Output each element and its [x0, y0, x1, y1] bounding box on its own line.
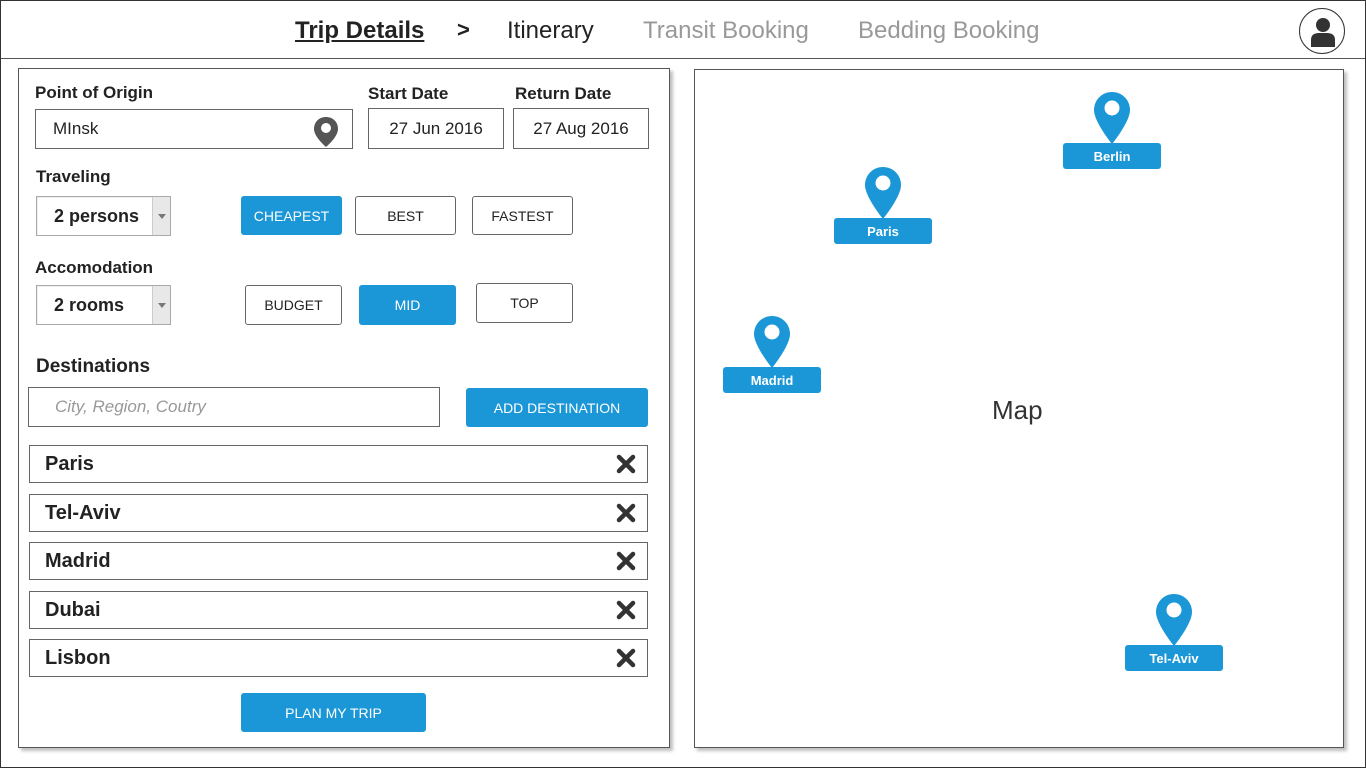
- destination-item-madrid: Madrid: [29, 542, 648, 580]
- return-date-field[interactable]: 27 Aug 2016: [513, 108, 649, 149]
- origin-value: MInsk: [53, 119, 99, 138]
- marker-label: Madrid: [723, 367, 821, 393]
- map-marker-berlin[interactable]: Berlin: [1063, 92, 1161, 170]
- map-marker-madrid[interactable]: Madrid: [723, 316, 821, 394]
- plan-my-trip-button[interactable]: PLAN MY TRIP: [241, 693, 426, 732]
- map-marker-paris[interactable]: Paris: [834, 167, 932, 245]
- map-title: Map: [992, 395, 1043, 425]
- return-date-label: Return Date: [515, 84, 612, 103]
- chevron-down-icon[interactable]: [152, 286, 170, 324]
- origin-label: Point of Origin: [35, 83, 154, 102]
- map-pin-icon: [1156, 594, 1192, 646]
- close-x-icon[interactable]: [616, 503, 636, 523]
- destination-item-dubai: Dubai: [29, 591, 648, 629]
- step-itinerary[interactable]: Itinerary: [507, 17, 594, 45]
- rooms-value: 2 rooms: [54, 294, 125, 315]
- mid-button[interactable]: MID: [359, 285, 456, 325]
- traveling-label: Traveling: [36, 167, 111, 186]
- travelers-value: 2 persons: [54, 205, 140, 226]
- travelers-select[interactable]: 2 persons: [36, 196, 171, 236]
- destination-item-lisbon: Lisbon: [29, 639, 648, 677]
- top-button[interactable]: TOP: [476, 283, 573, 323]
- header-stepper: Trip Details > Itinerary Transit Booking…: [1, 1, 1365, 59]
- destination-item-paris: Paris: [29, 445, 648, 483]
- map-pin-icon: [1094, 92, 1130, 144]
- start-date-field[interactable]: 27 Jun 2016: [368, 108, 504, 149]
- destination-placeholder: City, Region, Coutry: [55, 397, 206, 416]
- destination-name: Dubai: [45, 598, 101, 621]
- fastest-button[interactable]: FASTEST: [472, 196, 573, 235]
- step-bedding-booking[interactable]: Bedding Booking: [858, 17, 1039, 45]
- step-transit-booking[interactable]: Transit Booking: [643, 17, 809, 45]
- close-x-icon[interactable]: [616, 600, 636, 620]
- start-date-label: Start Date: [368, 84, 449, 103]
- best-button[interactable]: BEST: [355, 196, 456, 235]
- budget-button[interactable]: BUDGET: [245, 285, 342, 325]
- add-destination-button[interactable]: ADD DESTINATION: [466, 388, 648, 427]
- map-panel[interactable]: Map Berlin Paris Madrid Tel-Aviv: [694, 69, 1344, 748]
- destinations-label: Destinations: [36, 356, 151, 377]
- marker-label: Tel-Aviv: [1125, 645, 1223, 671]
- rooms-select[interactable]: 2 rooms: [36, 285, 171, 325]
- avatar-button[interactable]: [1299, 8, 1345, 54]
- marker-label: Paris: [834, 218, 932, 244]
- step-trip-details[interactable]: Trip Details: [295, 17, 424, 45]
- trip-details-panel: Point of Origin MInsk Start Date 27 Jun …: [18, 68, 670, 748]
- close-x-icon[interactable]: [616, 454, 636, 474]
- map-marker-tel-aviv[interactable]: Tel-Aviv: [1125, 594, 1223, 672]
- location-pin-icon[interactable]: [314, 117, 338, 147]
- destination-item-tel-aviv: Tel-Aviv: [29, 494, 648, 532]
- start-date-value: 27 Jun 2016: [389, 118, 483, 138]
- step-separator: >: [457, 17, 470, 42]
- accommodation-label: Accomodation: [35, 258, 154, 277]
- origin-input[interactable]: MInsk: [35, 109, 353, 149]
- return-date-value: 27 Aug 2016: [533, 118, 629, 138]
- map-pin-icon: [865, 167, 901, 219]
- chevron-down-icon[interactable]: [152, 197, 170, 235]
- cheapest-button[interactable]: CHEAPEST: [241, 196, 342, 235]
- close-x-icon[interactable]: [616, 551, 636, 571]
- close-x-icon[interactable]: [616, 648, 636, 668]
- destination-name: Madrid: [45, 549, 111, 572]
- destination-name: Tel-Aviv: [45, 501, 121, 524]
- marker-label: Berlin: [1063, 143, 1161, 169]
- destination-name: Paris: [45, 452, 94, 475]
- user-icon: [1311, 18, 1335, 47]
- destination-name: Lisbon: [45, 646, 111, 669]
- destination-search-input[interactable]: City, Region, Coutry: [28, 387, 440, 427]
- map-pin-icon: [754, 316, 790, 368]
